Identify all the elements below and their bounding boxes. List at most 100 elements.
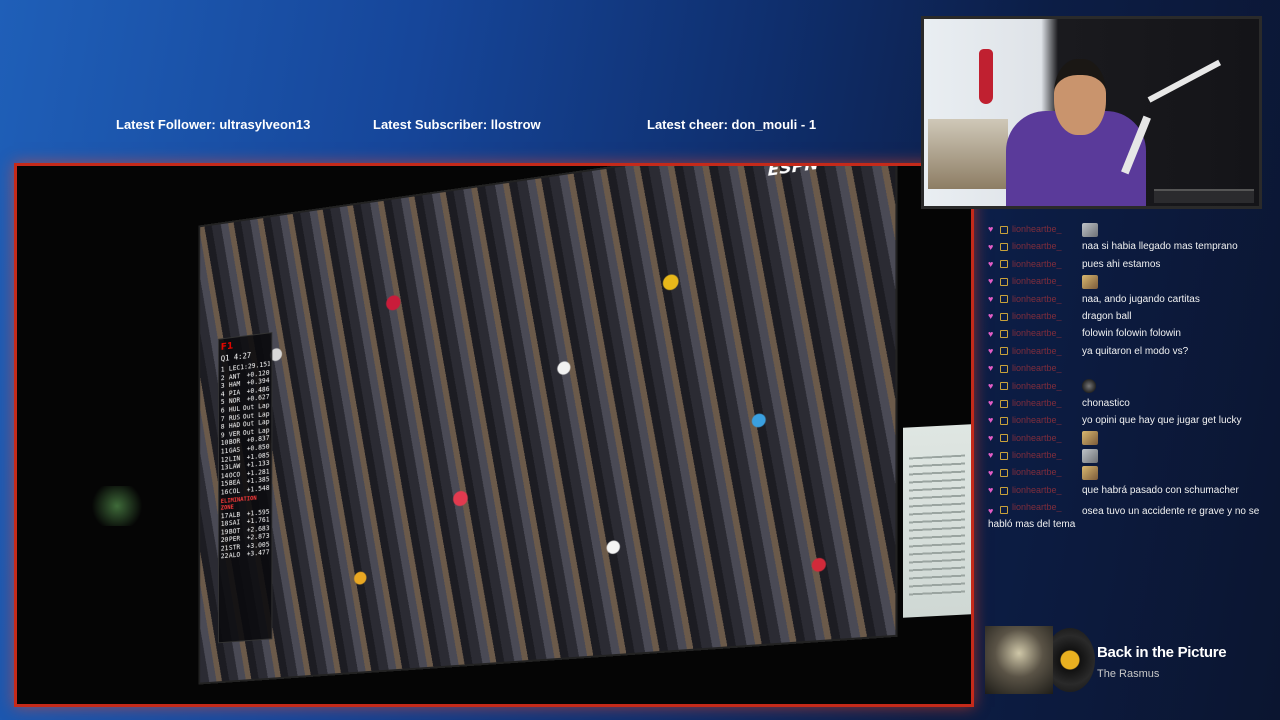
chat-text: pues ahi estamos: [1082, 258, 1161, 270]
chat-username: lionheartbe_: [1012, 397, 1062, 408]
song-artist: The Rasmus: [1097, 668, 1160, 680]
subscriber-badge-icon: [1000, 312, 1008, 321]
chat-username: lionheartbe_: [1012, 380, 1062, 391]
keyboard: [1154, 189, 1254, 203]
chat-emote-icon: [1082, 431, 1098, 446]
subscriber-badge-icon: [1000, 295, 1008, 304]
latest-follower-name: ultrasylveon13: [219, 117, 311, 132]
latest-subscriber: Latest Subscriber: llostrow: [373, 117, 541, 132]
chat-username: lionheartbe_: [1012, 258, 1062, 269]
subscriber-badge-icon: [1000, 243, 1008, 252]
chat-username: lionheartbe_: [1012, 276, 1062, 287]
subscriber-badge-icon: [1000, 451, 1008, 460]
chat-username: lionheartbe_: [1012, 432, 1062, 443]
timing-position: 16: [220, 488, 229, 497]
heart-badge-icon: ♥: [988, 258, 994, 269]
heart-badge-icon: ♥: [988, 328, 994, 339]
webcam-feed: [921, 16, 1262, 209]
crowd-image: [200, 166, 896, 683]
tv-screen: ESPN F1 Q1 4:27 1 LEC 1:29.151 2 ANT +0.120 3 H…: [198, 166, 898, 685]
chat-username: lionheartbe_: [1012, 328, 1062, 339]
heart-badge-icon: ♥: [988, 506, 994, 517]
album-art: [985, 626, 1053, 694]
chat-emote-icon: [1082, 274, 1098, 289]
latest-subscriber-name: llostrow: [490, 117, 541, 132]
latest-cheer: Latest cheer: don_mouli - 1: [647, 117, 816, 132]
chat-text: folowin folowin folowin: [1082, 328, 1181, 340]
subscriber-badge-icon: [1000, 469, 1008, 478]
chat-text: yo opini que hay que jugar get lucky: [1082, 415, 1242, 427]
chat-message: ♥ lionheartbe_ que habrá pasado con schuma…: [988, 482, 1268, 499]
chat-username: lionheartbe_: [1012, 484, 1062, 495]
chat-message: ♥ lionheartbe_ naa si habia llegado mas te…: [988, 238, 1268, 255]
chat-username: lionheartbe_: [1012, 415, 1062, 426]
chat-text: chonastico: [1082, 397, 1130, 409]
chat-username: lionheartbe_: [1012, 224, 1062, 234]
subscriber-badge-icon: [1000, 434, 1008, 443]
chat-username: lionheartbe_: [1012, 363, 1062, 374]
now-playing-widget: Back in the Picture The Rasmus: [985, 626, 1270, 696]
chat-emote-icon: [1082, 448, 1098, 463]
heart-badge-icon: ♥: [988, 224, 994, 235]
chat-message: ♥ lionheartbe_ folowin folowin folowin: [988, 325, 1268, 342]
background-monitor-glow: [87, 486, 147, 526]
subscriber-badge-icon: [1000, 347, 1008, 356]
chat-emote-icon: [1082, 466, 1098, 481]
chat-text: naa, ando jugando cartitas: [1082, 293, 1200, 305]
chat-text: que habrá pasado con schumacher: [1082, 484, 1239, 496]
timing-position: 22: [220, 552, 229, 561]
chat-username: lionheartbe_: [1012, 293, 1062, 304]
chat-message: ♥ lionheartbe_: [988, 378, 1268, 395]
heart-badge-icon: ♥: [988, 311, 994, 322]
subscriber-badge-icon: [1000, 486, 1008, 495]
alerts-bar: Latest Follower: ultrasylveon13 Latest S…: [0, 117, 920, 139]
subscriber-badge-icon: [1000, 260, 1008, 269]
chat-emote-icon: [1082, 379, 1096, 394]
subscriber-badge-icon: [1000, 506, 1008, 515]
chat-username: lionheartbe_: [1012, 450, 1062, 461]
chat-message: ♥ lionheartbe_ ya quitaron el modo vs?: [988, 343, 1268, 360]
streamer-head: [1054, 59, 1106, 135]
chat-message: ♥ lionheartbe_ pues ahi estamos: [988, 256, 1268, 273]
heart-badge-icon: ♥: [988, 380, 994, 391]
chat-message: ♥ lionheartbe_: [988, 430, 1268, 447]
latest-follower: Latest Follower: ultrasylveon13: [116, 117, 310, 132]
heart-badge-icon: ♥: [988, 241, 994, 252]
subscriber-badge-icon: [1000, 225, 1008, 234]
heart-badge-icon: ♥: [988, 485, 994, 496]
timing-tower: F1 Q1 4:27 1 LEC 1:29.151 2 ANT +0.120 3 HAM +0.…: [218, 332, 273, 644]
chat-message: ♥ lionheartbe_ osea tuvo un accidente re g…: [988, 499, 1268, 531]
webcam-guitar: [979, 49, 993, 104]
subscriber-badge-icon: [1000, 382, 1008, 391]
chat-username: lionheartbe_: [1012, 241, 1062, 252]
heart-badge-icon: ♥: [988, 276, 994, 287]
heart-badge-icon: ♥: [988, 450, 994, 461]
latest-cheer-label: Latest cheer:: [647, 117, 728, 132]
chat-text: dragon ball: [1082, 310, 1132, 322]
side-monitor: [903, 424, 971, 618]
timing-rows: 1 LEC 1:29.151 2 ANT +0.120 3 HAM +0.394 4 PIA +0.4…: [221, 360, 270, 497]
chat-text: naa si habia llegado mas temprano: [1082, 241, 1238, 253]
chat-text: ya quitaron el modo vs?: [1082, 345, 1189, 357]
chat-username: lionheartbe_: [1012, 310, 1062, 321]
latest-follower-label: Latest Follower:: [116, 117, 216, 132]
chat-message: ♥ lionheartbe_ yo opini que hay que jugar …: [988, 412, 1268, 429]
chat-message: ♥ lionheartbe_ naa, ando jugando cartitas: [988, 291, 1268, 308]
chat-username: lionheartbe_: [1012, 345, 1062, 356]
webcam-shelf: [928, 119, 1008, 189]
subscriber-badge-icon: [1000, 330, 1008, 339]
chat-overlay: ♥ lionheartbe_ ♥ lionheartbe_ naa si habia l…: [988, 221, 1268, 531]
chat-message: ♥ lionheartbe_: [988, 360, 1268, 377]
chat-message: ♥ lionheartbe_ chonastico: [988, 395, 1268, 412]
latest-subscriber-label: Latest Subscriber:: [373, 117, 488, 132]
subscriber-badge-icon: [1000, 277, 1008, 286]
subscriber-badge-icon: [1000, 399, 1008, 408]
chat-message: ♥ lionheartbe_: [988, 273, 1268, 290]
heart-badge-icon: ♥: [988, 293, 994, 304]
heart-badge-icon: ♥: [988, 467, 994, 478]
timing-gap: +3.477: [246, 548, 270, 559]
elimination-rows: 17ALB +1.595 18SAI +1.761 19BOT +2.683 20PER +2…: [221, 507, 270, 561]
subscriber-badge-icon: [1000, 416, 1008, 425]
mic-arm: [1147, 59, 1222, 103]
timing-driver: COL: [228, 486, 241, 496]
